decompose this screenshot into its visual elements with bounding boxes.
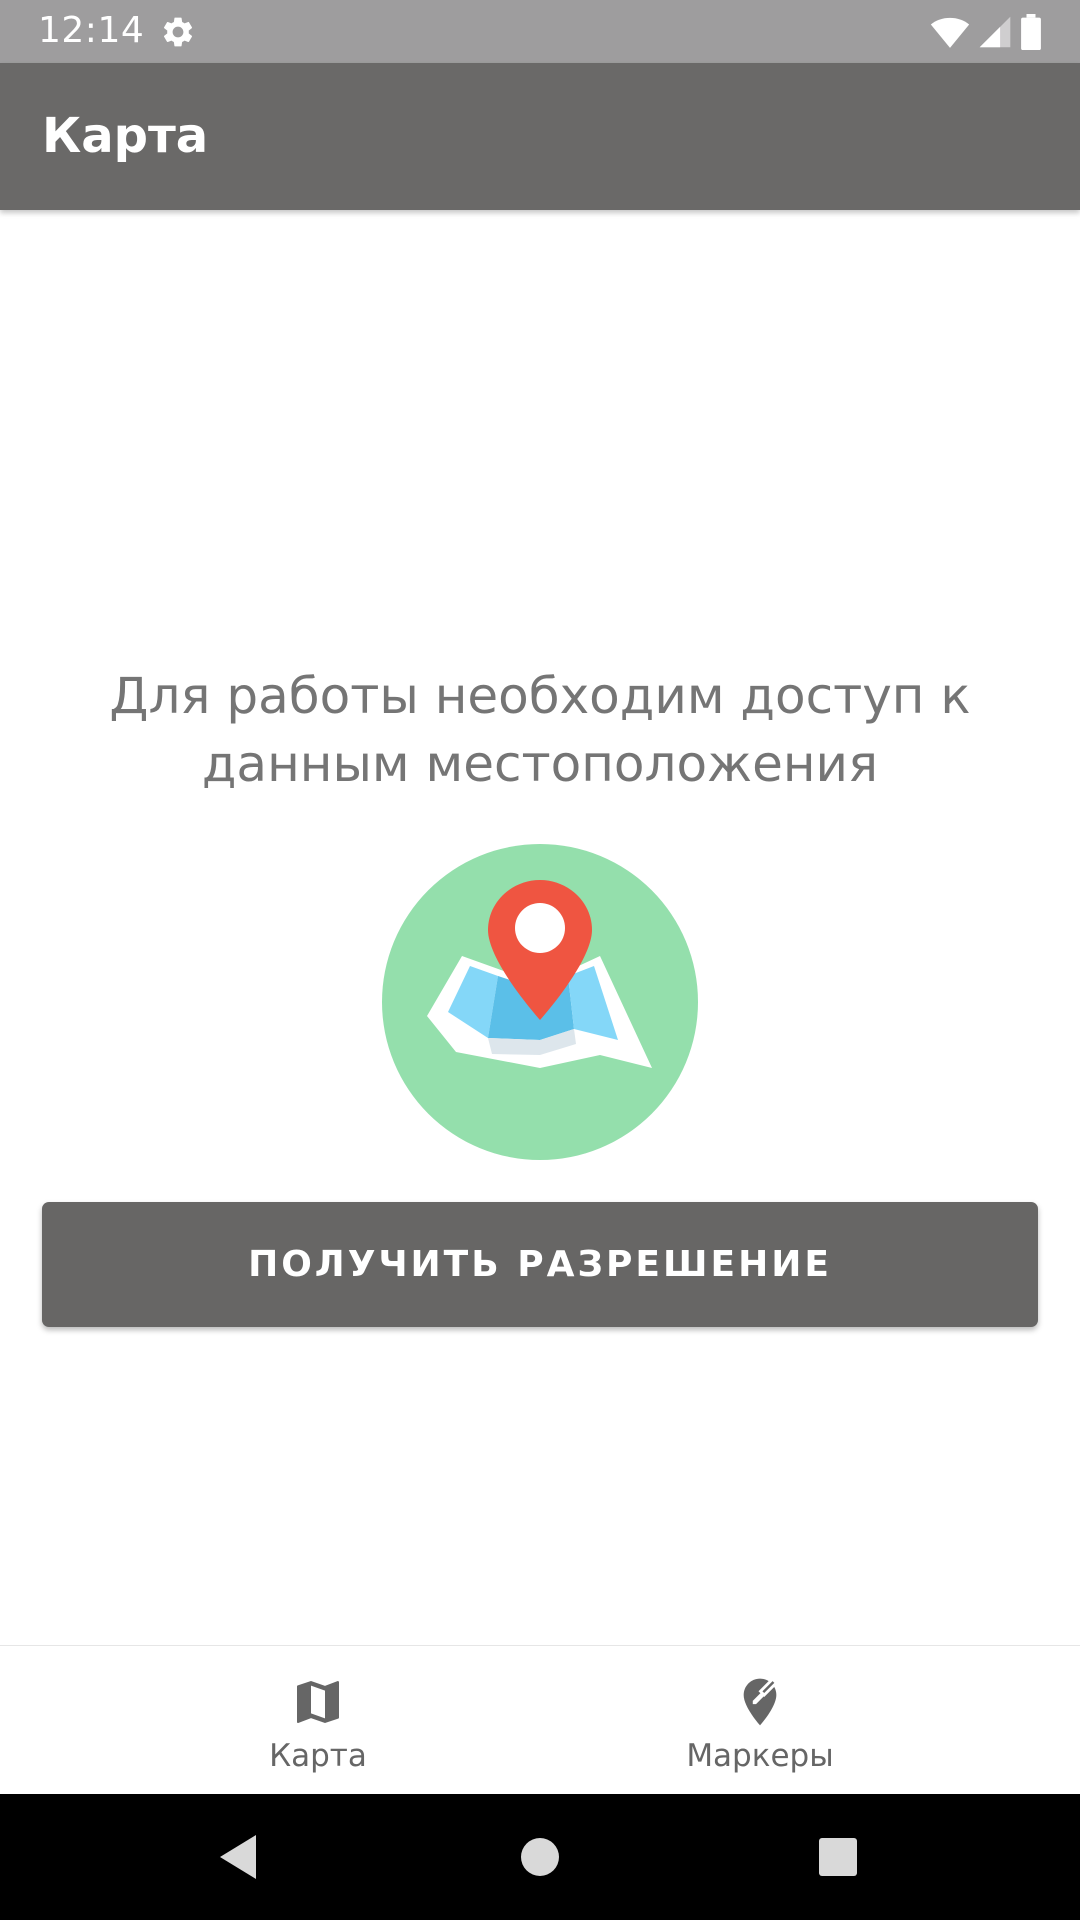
bottom-navigation: Карта Маркеры — [0, 1645, 1080, 1795]
page-title: Карта — [42, 108, 209, 164]
map-icon — [297, 1681, 339, 1723]
status-time: 12:14 — [38, 10, 145, 51]
map-location-pin-illustration — [382, 844, 698, 1160]
system-navigation-bar — [0, 1794, 1080, 1920]
get-permission-button-label: ПОЛУЧИТЬ РАЗРЕШЕНИЕ — [248, 1244, 832, 1285]
status-bar: 12:14 — [0, 0, 1080, 63]
wifi-icon — [930, 17, 970, 48]
nav-item-map[interactable]: Карта — [0, 1646, 540, 1795]
settings-gear-icon — [163, 17, 193, 47]
nav-label-markers: Маркеры — [686, 1738, 834, 1774]
permission-message: Для работы необходим доступ к данным мес… — [109, 667, 971, 793]
nav-item-markers[interactable]: Маркеры — [540, 1646, 1080, 1795]
status-icons — [930, 14, 1042, 50]
battery-icon — [1021, 14, 1041, 50]
recents-icon[interactable] — [810, 1829, 866, 1885]
cell-signal-icon — [979, 16, 1011, 48]
main-content: Для работы необходим доступ к данным мес… — [0, 210, 1080, 1645]
nav-label-map: Карта — [269, 1738, 367, 1774]
screen: 12:14 Карта Для работы необходим доступ … — [0, 0, 1080, 1920]
get-permission-button[interactable]: ПОЛУЧИТЬ РАЗРЕШЕНИЕ — [42, 1202, 1038, 1327]
app-bar: Карта — [0, 63, 1080, 210]
home-icon[interactable] — [512, 1829, 568, 1885]
edit-location-icon — [743, 1677, 779, 1726]
back-icon[interactable] — [212, 1829, 268, 1885]
